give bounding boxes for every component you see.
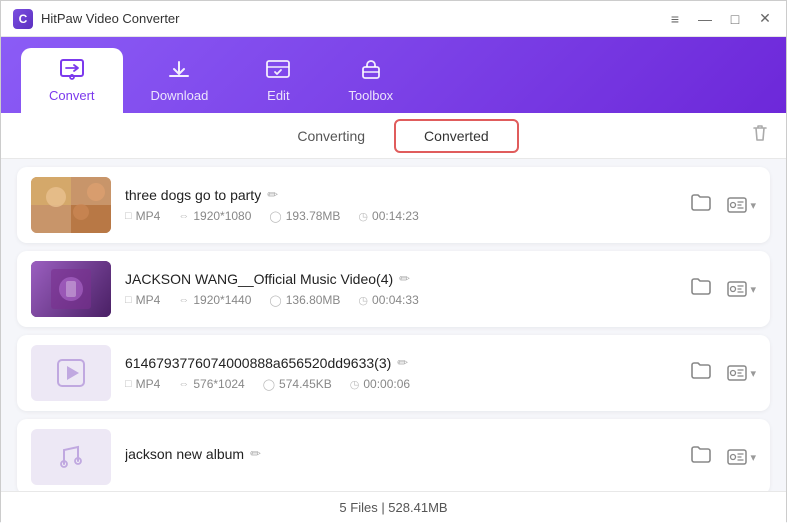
- file-duration-2: ◷ 00:04:33: [358, 293, 418, 307]
- file-name-row-2: JACKSON WANG__Official Music Video(4) ✏: [125, 271, 672, 287]
- title-bar-left: C HitPaw Video Converter: [13, 9, 180, 29]
- file-name-1: three dogs go to party: [125, 187, 261, 203]
- app-title: HitPaw Video Converter: [41, 11, 180, 26]
- file-name-4: jackson new album: [125, 446, 244, 462]
- edit-nav-icon: [264, 58, 292, 84]
- dropdown-arrow-3: ▾: [750, 367, 756, 380]
- tab-converting[interactable]: Converting: [268, 120, 394, 152]
- dropdown-arrow-1: ▾: [750, 199, 756, 212]
- file-info-2: JACKSON WANG__Official Music Video(4) ✏ …: [125, 271, 672, 307]
- file-edit-icon-2[interactable]: ✏: [399, 271, 410, 287]
- duration-icon-1: ◷: [358, 210, 368, 223]
- minimize-button[interactable]: —: [696, 10, 714, 28]
- file-name-2: JACKSON WANG__Official Music Video(4): [125, 271, 393, 287]
- tab-bar: Converting Converted: [1, 113, 786, 159]
- file-card-2: JACKSON WANG__Official Music Video(4) ✏ …: [17, 251, 770, 327]
- file-edit-icon-4[interactable]: ✏: [250, 446, 261, 462]
- file-name-row-1: three dogs go to party ✏: [125, 187, 672, 203]
- nav-item-toolbox[interactable]: Toolbox: [320, 48, 421, 113]
- nav-convert-label: Convert: [49, 88, 95, 103]
- title-bar: C HitPaw Video Converter ≡ — □ ✕: [1, 1, 786, 37]
- trash-button[interactable]: [750, 123, 770, 148]
- open-folder-button-1[interactable]: [686, 188, 716, 222]
- file-card-3: 6146793776074000888a656520dd9633(3) ✏ □ …: [17, 335, 770, 411]
- file-thumb-3: [31, 345, 111, 401]
- nav-item-edit[interactable]: Edit: [236, 48, 320, 113]
- menu-button[interactable]: ≡: [666, 10, 684, 28]
- file-name-row-3: 6146793776074000888a656520dd9633(3) ✏: [125, 355, 672, 371]
- app-logo: C: [13, 9, 33, 29]
- export-dropdown-4[interactable]: ▾: [726, 447, 756, 467]
- file-thumb-2: [31, 261, 111, 317]
- file-format-1: □ MP4: [125, 209, 160, 223]
- file-meta-1: □ MP4 ⇔ 1920*1080 ◯ 193.78MB ◷ 00:14:23: [125, 209, 672, 223]
- format-icon-1: □: [125, 210, 132, 222]
- file-info-3: 6146793776074000888a656520dd9633(3) ✏ □ …: [125, 355, 672, 391]
- convert-icon: [58, 58, 86, 84]
- file-format-3: □ MP4: [125, 377, 160, 391]
- resolution-icon-1: ⇔: [178, 210, 189, 222]
- file-name-row-4: jackson new album ✏: [125, 446, 672, 462]
- nav-item-download[interactable]: Download: [123, 48, 237, 113]
- dropdown-arrow-2: ▾: [750, 283, 756, 296]
- status-bar: 5 Files | 528.41MB: [1, 491, 786, 523]
- close-button[interactable]: ✕: [756, 10, 774, 28]
- toolbox-icon: [357, 58, 385, 84]
- file-meta-3: □ MP4 ⇔ 576*1024 ◯ 574.45KB ◷ 00:00:06: [125, 377, 672, 391]
- file-size-3: ◯ 574.45KB: [263, 377, 332, 391]
- open-folder-button-2[interactable]: [686, 272, 716, 306]
- window-controls: ≡ — □ ✕: [666, 10, 774, 28]
- file-card-4: jackson new album ✏ ▾: [17, 419, 770, 491]
- dropdown-arrow-4: ▾: [750, 451, 756, 464]
- maximize-button[interactable]: □: [726, 10, 744, 28]
- download-icon: [165, 58, 193, 84]
- file-resolution-3: ⇔ 576*1024: [178, 377, 244, 391]
- file-duration-3: ◷ 00:00:06: [350, 377, 410, 391]
- file-resolution-2: ⇔ 1920*1440: [178, 293, 251, 307]
- file-edit-icon-3[interactable]: ✏: [397, 355, 408, 371]
- file-card-1: three dogs go to party ✏ □ MP4 ⇔ 1920*10…: [17, 167, 770, 243]
- file-edit-icon-1[interactable]: ✏: [267, 187, 278, 203]
- file-thumb-4: [31, 429, 111, 485]
- file-info-1: three dogs go to party ✏ □ MP4 ⇔ 1920*10…: [125, 187, 672, 223]
- status-text: 5 Files | 528.41MB: [339, 500, 447, 515]
- nav-toolbox-label: Toolbox: [348, 88, 393, 103]
- file-size-2: ◯ 136.80MB: [269, 293, 340, 307]
- file-actions-4: ▾: [686, 440, 756, 474]
- open-folder-button-4[interactable]: [686, 440, 716, 474]
- file-meta-2: □ MP4 ⇔ 1920*1440 ◯ 136.80MB ◷ 00:04:33: [125, 293, 672, 307]
- file-size-1: ◯ 193.78MB: [269, 209, 340, 223]
- file-thumb-1: [31, 177, 111, 233]
- file-name-3: 6146793776074000888a656520dd9633(3): [125, 355, 391, 371]
- nav-item-convert[interactable]: Convert: [21, 48, 123, 113]
- export-dropdown-3[interactable]: ▾: [726, 363, 756, 383]
- nav-edit-label: Edit: [267, 88, 289, 103]
- tab-converted[interactable]: Converted: [394, 119, 519, 153]
- file-resolution-1: ⇔ 1920*1080: [178, 209, 251, 223]
- nav-bar: Convert Download Edit Tool: [1, 37, 786, 113]
- file-format-2: □ MP4: [125, 293, 160, 307]
- file-duration-1: ◷ 00:14:23: [358, 209, 418, 223]
- file-actions-3: ▾: [686, 356, 756, 390]
- file-info-4: jackson new album ✏: [125, 446, 672, 468]
- nav-download-label: Download: [151, 88, 209, 103]
- file-actions-2: ▾: [686, 272, 756, 306]
- content-area: three dogs go to party ✏ □ MP4 ⇔ 1920*10…: [1, 159, 786, 491]
- size-icon-1: ◯: [269, 210, 281, 223]
- file-actions-1: ▾: [686, 188, 756, 222]
- open-folder-button-3[interactable]: [686, 356, 716, 390]
- export-dropdown-1[interactable]: ▾: [726, 195, 756, 215]
- export-dropdown-2[interactable]: ▾: [726, 279, 756, 299]
